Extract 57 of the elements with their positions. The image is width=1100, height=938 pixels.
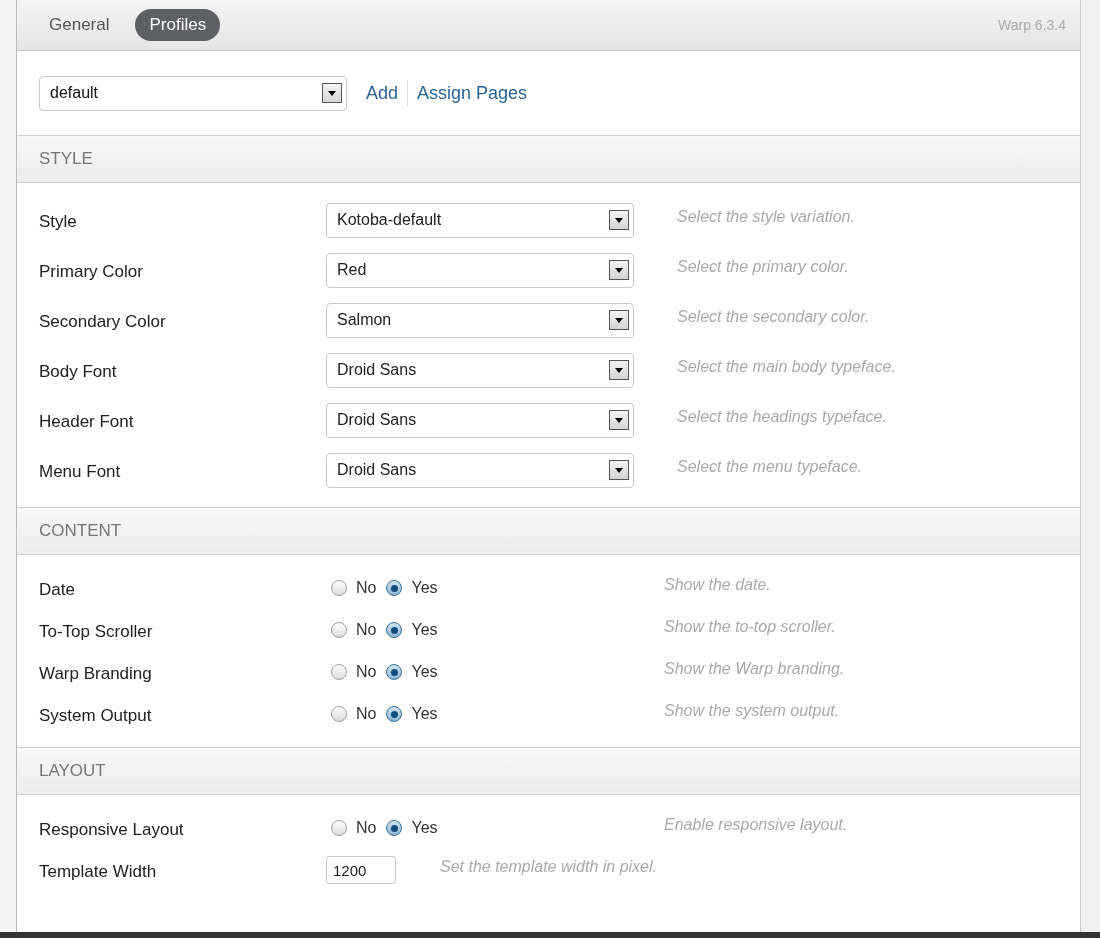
- field-hint: Select the menu typeface.: [677, 457, 862, 477]
- field-label: Style: [39, 211, 78, 234]
- field-label: To-Top Scroller: [39, 621, 154, 644]
- field-hint: Select the headings typeface.: [677, 407, 887, 427]
- radio-option[interactable]: Yes: [386, 576, 438, 600]
- select-field[interactable]: Droid Sans: [326, 352, 634, 388]
- radio-option[interactable]: Yes: [386, 702, 438, 726]
- select-field[interactable]: Red: [326, 252, 634, 288]
- version-label: Warp 6.3.4: [998, 15, 1066, 35]
- dropdown-caret-icon: [609, 410, 629, 430]
- field-hint: Enable responsive layout.: [664, 815, 848, 835]
- dropdown-caret-icon: [609, 210, 629, 230]
- field-hint: Select the main body typeface.: [677, 357, 896, 377]
- field-label: Secondary Color: [39, 311, 167, 334]
- text-input[interactable]: 1200: [326, 856, 396, 884]
- select-field[interactable]: Kotoba-default: [326, 202, 634, 238]
- section-header: LAYOUT: [17, 747, 1080, 795]
- radio-option[interactable]: No: [331, 816, 377, 840]
- dropdown-caret-icon: [322, 83, 342, 103]
- field-hint: Show the Warp branding.: [664, 659, 845, 679]
- profile-select[interactable]: default: [39, 75, 347, 111]
- field-label: Date: [39, 579, 76, 602]
- field-hint: Select the secondary color.: [677, 307, 870, 327]
- field-hint: Select the style variation.: [677, 207, 855, 227]
- radio-option[interactable]: No: [331, 576, 377, 600]
- select-field[interactable]: Droid Sans: [326, 402, 634, 438]
- link[interactable]: Assign Pages: [407, 79, 537, 107]
- radio-option[interactable]: No: [331, 618, 377, 642]
- radio-option[interactable]: Yes: [386, 618, 438, 642]
- radio-option[interactable]: No: [331, 660, 377, 684]
- field-label: Body Font: [39, 361, 118, 384]
- section-header: STYLE: [17, 135, 1080, 183]
- field-hint: Show the date.: [664, 575, 771, 595]
- field-hint: Show the to-top scroller.: [664, 617, 836, 637]
- select-field[interactable]: Salmon: [326, 302, 634, 338]
- field-hint: Set the template width in pixel.: [440, 857, 657, 877]
- dropdown-caret-icon: [609, 310, 629, 330]
- field-hint: Show the system output.: [664, 701, 840, 721]
- radio-option[interactable]: Yes: [386, 816, 438, 840]
- tab[interactable]: General: [35, 9, 124, 41]
- dropdown-caret-icon: [609, 260, 629, 280]
- radio-option[interactable]: No: [331, 702, 377, 726]
- field-hint: Select the primary color.: [677, 257, 849, 277]
- field-label: Header Font: [39, 411, 135, 434]
- section-header: CONTENT: [17, 507, 1080, 555]
- field-label: Primary Color: [39, 261, 144, 284]
- field-label: Warp Branding: [39, 663, 153, 686]
- field-label: Menu Font: [39, 461, 122, 484]
- field-label: Responsive Layout: [39, 819, 185, 842]
- dropdown-caret-icon: [609, 460, 629, 480]
- field-label: Template Width: [39, 861, 158, 884]
- link[interactable]: Add: [357, 79, 408, 107]
- field-label: System Output: [39, 705, 153, 728]
- radio-option[interactable]: Yes: [386, 660, 438, 684]
- dropdown-caret-icon: [609, 360, 629, 380]
- select-field[interactable]: Droid Sans: [326, 452, 634, 488]
- tab[interactable]: Profiles: [135, 9, 221, 41]
